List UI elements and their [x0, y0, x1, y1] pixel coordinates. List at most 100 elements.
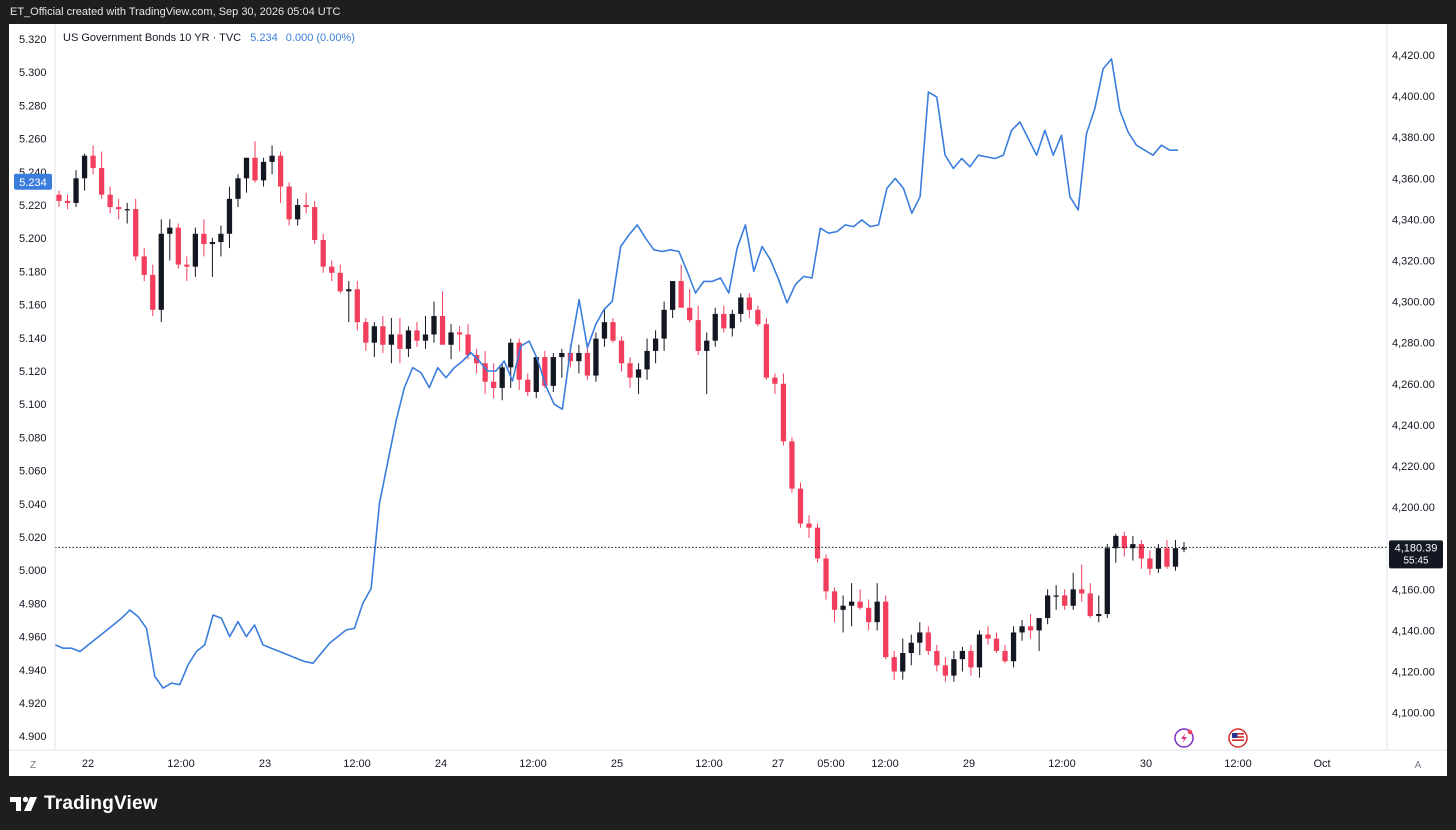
candle: [209, 237, 216, 277]
time-axis-corner-right[interactable]: A: [1415, 760, 1422, 771]
candle: [320, 233, 326, 273]
candle-body: [277, 155, 284, 187]
candle-body: [1027, 626, 1034, 631]
candle: [1138, 539, 1145, 569]
candle: [363, 318, 369, 351]
candle-body: [371, 326, 377, 343]
candle-body: [1121, 535, 1127, 549]
right-price-axis[interactable]: 4,420.00 4,400.00 4,380.00 4,360.00 4,340.00…: [1392, 50, 1435, 720]
time-axis-tick-label: 12:00: [1224, 758, 1252, 770]
candle: [286, 182, 292, 226]
candle: [456, 326, 463, 351]
candle: [73, 170, 79, 208]
right-axis-tick-label: 4,200.00: [1392, 502, 1435, 514]
chart-caption: ET_Official created with TradingView.com…: [10, 6, 341, 18]
candle: [56, 190, 62, 208]
right-axis-tick-label: 4,240.00: [1392, 420, 1435, 432]
candle-body: [269, 155, 275, 162]
candle-body: [917, 632, 923, 643]
candle: [150, 264, 156, 316]
right-axis-tick-label: 4,160.00: [1392, 584, 1435, 596]
candle-body: [1181, 548, 1187, 550]
candle-body: [763, 324, 770, 378]
candle: [1096, 595, 1102, 623]
candle: [448, 324, 454, 360]
candle: [976, 630, 983, 678]
candle: [576, 344, 582, 374]
time-axis-tick-label: 12:00: [343, 758, 371, 770]
candle: [329, 260, 335, 282]
candle-body: [601, 322, 608, 339]
candle-body: [73, 178, 79, 203]
candle: [218, 225, 224, 257]
candle-body: [891, 657, 897, 672]
candle: [439, 291, 446, 345]
candle-body: [90, 155, 96, 169]
left-axis-tick-label: 5.320: [19, 34, 47, 46]
candle-body: [618, 340, 625, 364]
candle-body: [1044, 595, 1051, 619]
left-axis-tick-label: 4.960: [19, 632, 47, 644]
candle: [755, 305, 761, 327]
candle-body: [465, 334, 471, 356]
us-flag-event-icon[interactable]: [1228, 728, 1248, 748]
candle-body: [695, 320, 701, 351]
candle-body: [559, 352, 565, 358]
right-price-badge-value: 4,180.39: [1395, 542, 1438, 554]
candle-body: [380, 326, 386, 345]
candle: [942, 657, 949, 682]
right-axis-tick-label: 4,100.00: [1392, 708, 1435, 720]
time-axis[interactable]: 22 12:00 23 12:00 24 12:00 25 12:00 27 05:00 12:00…: [82, 758, 1331, 770]
candle-body: [678, 281, 684, 308]
candle-body: [729, 313, 735, 329]
candle: [1036, 618, 1042, 651]
time-axis-corner-left[interactable]: Z: [30, 760, 36, 771]
candle: [388, 318, 395, 364]
candle-body: [286, 186, 292, 220]
candle-body: [1164, 548, 1170, 567]
candle-body: [499, 367, 505, 388]
candle: [1019, 620, 1025, 641]
symbol-legend[interactable]: US Government Bonds 10 YR · TVC 5.234 0.…: [63, 32, 355, 44]
candle-body: [405, 330, 412, 349]
right-axis-tick-label: 4,220.00: [1392, 461, 1435, 473]
price-chart[interactable]: 5.3205.3005.2805.2605.2405.2205.2005.180…: [9, 24, 1447, 776]
candle-body: [508, 342, 514, 368]
candle-body: [107, 194, 113, 208]
candle: [184, 256, 190, 282]
candle: [525, 373, 531, 397]
candle: [243, 157, 250, 193]
time-axis-tick-label: 12:00: [167, 758, 195, 770]
chart-panel[interactable]: 5.320 5.300 5.280 5.260 5.240 5.220 5.200 5.180…: [9, 24, 1447, 776]
candle-body: [1155, 548, 1162, 569]
candle-body: [687, 307, 693, 321]
candle: [201, 219, 207, 257]
candle-body: [312, 207, 318, 240]
candle: [959, 646, 966, 672]
candle-body: [968, 650, 974, 668]
candle-body: [797, 488, 804, 524]
candle: [891, 650, 897, 680]
candle: [1121, 531, 1127, 557]
candle: [158, 219, 164, 323]
candle-body: [746, 297, 752, 310]
candle: [678, 264, 684, 308]
left-price-axis[interactable]: 5.3205.3005.2805.2605.2405.2205.2005.180…: [19, 34, 47, 743]
candle: [593, 332, 599, 382]
right-axis-tick-label: 4,340.00: [1392, 214, 1435, 226]
symbol-legend-name: US Government Bonds 10 YR · TVC: [63, 32, 241, 44]
candle-body: [337, 272, 343, 292]
left-axis-tick-label: 5.140: [19, 333, 47, 345]
lightning-event-icon[interactable]: [1174, 728, 1194, 748]
candle-body: [883, 601, 889, 658]
candle-body: [184, 264, 190, 267]
candle: [635, 363, 642, 395]
candle-body: [755, 309, 761, 325]
candle-body: [329, 266, 335, 273]
candle: [303, 192, 309, 214]
right-axis-tick-label: 4,260.00: [1392, 379, 1435, 391]
footer-branding: TradingView: [10, 793, 158, 815]
left-axis-tick-label: 5.000: [19, 565, 47, 577]
candle: [107, 186, 113, 214]
candle: [721, 305, 727, 333]
